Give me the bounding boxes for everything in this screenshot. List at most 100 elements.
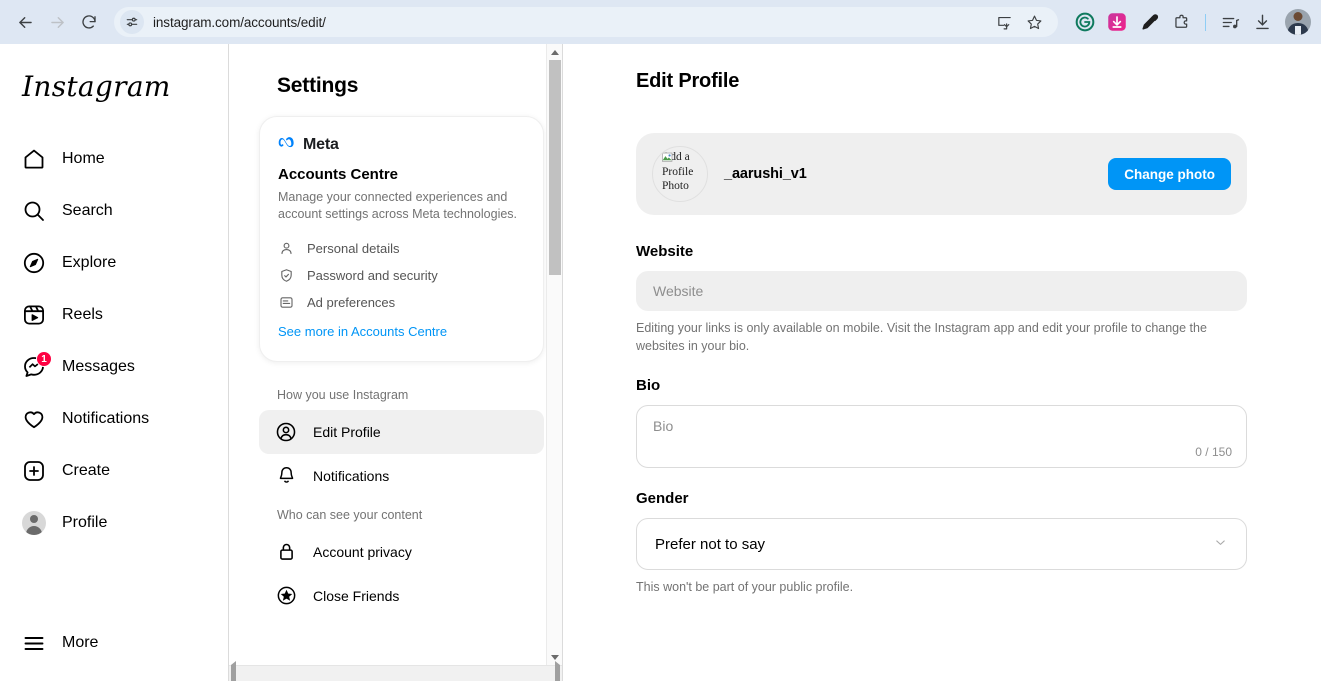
meta-infinity-icon (278, 135, 298, 154)
website-helper-text: Editing your links is only available on … (636, 321, 1207, 353)
scroll-left-arrow-icon[interactable] (231, 660, 236, 681)
downloads-icon[interactable] (1249, 9, 1275, 35)
bell-icon (275, 465, 297, 487)
chrome-profile-avatar[interactable] (1285, 9, 1311, 35)
install-app-icon[interactable] (990, 8, 1018, 36)
person-icon (278, 240, 295, 257)
link-label: Ad preferences (307, 294, 396, 310)
settings-item-label: Account privacy (313, 543, 412, 560)
settings-vertical-scrollbar[interactable] (546, 44, 562, 665)
accounts-centre-card[interactable]: Meta Accounts Centre Manage your connect… (259, 116, 544, 362)
bio-textarea[interactable]: Bio 0 / 150 (636, 405, 1247, 468)
color-picker-extension-icon[interactable] (1136, 9, 1162, 35)
sidebar-item-search[interactable]: Search (12, 185, 216, 237)
star-circle-icon (275, 585, 297, 607)
messenger-icon: 1 (22, 351, 52, 379)
extensions-puzzle-icon[interactable] (1168, 9, 1194, 35)
profile-avatar-broken-image[interactable]: Add a Profile Photo (652, 146, 708, 202)
accounts-centre-link-password-security[interactable]: Password and security (278, 262, 525, 289)
website-input[interactable] (636, 271, 1247, 311)
accounts-centre-link-ad-preferences[interactable]: Ad preferences (278, 289, 525, 316)
sidebar-item-more[interactable]: More (12, 617, 216, 669)
scrollbar-thumb[interactable] (549, 60, 561, 275)
ad-preferences-icon (278, 294, 295, 311)
website-label: Website (636, 243, 694, 260)
edit-profile-pane: Edit Profile Add a Profile Photo _aarush… (563, 44, 1321, 681)
settings-horizontal-scrollbar[interactable] (229, 660, 562, 681)
home-icon (22, 147, 46, 171)
gender-section: Gender Prefer not to say This won't be p… (636, 490, 1247, 597)
hamburger-menu-icon (22, 631, 46, 655)
sidebar-label: Reels (62, 306, 103, 323)
grammarly-extension-icon[interactable] (1072, 9, 1098, 35)
gender-helper-text: This won't be part of your public profil… (636, 580, 854, 594)
instagram-logo[interactable]: Instagram (12, 52, 216, 133)
meta-brand: Meta (278, 135, 525, 154)
avatar-icon (22, 511, 46, 535)
sidebar-label: Create (62, 462, 111, 479)
broken-image-icon (662, 152, 673, 162)
lock-icon (275, 541, 297, 563)
settings-group-label-how-you-use: How you use Instagram (277, 387, 409, 402)
reading-list-icon[interactable] (1217, 9, 1243, 35)
video-downloader-extension-icon[interactable] (1104, 9, 1130, 35)
sidebar-item-messages[interactable]: 1 Messages (12, 341, 216, 393)
sidebar-label: Notifications (62, 410, 150, 427)
link-label: Personal details (307, 240, 400, 256)
gender-select[interactable]: Prefer not to say (636, 518, 1247, 570)
settings-scroll-area: Settings Meta Accounts Centre Manage you… (229, 44, 562, 665)
address-bar[interactable]: instagram.com/accounts/edit/ (114, 7, 1058, 37)
bio-section: Bio Bio 0 / 150 (636, 377, 1247, 468)
sidebar-label: Messages (62, 358, 135, 375)
sidebar-item-reels[interactable]: Reels (12, 289, 216, 341)
see-more-accounts-centre-link[interactable]: See more in Accounts Centre (278, 324, 447, 339)
settings-item-close-friends[interactable]: Close Friends (259, 574, 544, 618)
sidebar-label: Explore (62, 254, 117, 271)
link-label: Password and security (307, 267, 438, 283)
meta-brand-name: Meta (303, 135, 339, 153)
settings-title: Settings (277, 74, 359, 97)
settings-item-notifications[interactable]: Notifications (259, 454, 544, 498)
scroll-right-arrow-icon[interactable] (555, 660, 560, 681)
search-icon (22, 199, 46, 223)
gender-label: Gender (636, 490, 689, 507)
accounts-centre-description: Manage your connected experiences and ac… (278, 190, 518, 221)
reload-button[interactable] (74, 7, 104, 37)
sidebar-item-home[interactable]: Home (12, 133, 216, 185)
settings-item-edit-profile[interactable]: Edit Profile (259, 409, 544, 454)
sidebar-label: Search (62, 202, 113, 219)
page-title: Edit Profile (636, 70, 740, 92)
url-text: instagram.com/accounts/edit/ (153, 14, 326, 30)
back-button[interactable] (10, 7, 40, 37)
profile-circle-icon (275, 421, 297, 443)
sidebar-item-profile[interactable]: Profile (12, 497, 216, 549)
bio-character-counter: 0 / 150 (1195, 445, 1232, 459)
forward-button[interactable] (42, 7, 72, 37)
sidebar-item-notifications[interactable]: Notifications (12, 393, 216, 445)
profile-username: _aarushi_v1 (724, 166, 807, 182)
sidebar-item-create[interactable]: Create (12, 445, 216, 497)
extensions-area (1064, 9, 1311, 35)
website-section: Website Editing your links is only avail… (636, 243, 1247, 355)
heart-icon (22, 407, 46, 431)
toolbar-divider (1205, 13, 1206, 31)
accounts-centre-link-personal-details[interactable]: Personal details (278, 235, 525, 262)
settings-item-label: Notifications (313, 467, 390, 484)
reels-icon (22, 303, 46, 327)
sidebar-label: Home (62, 150, 105, 167)
page-body: Instagram Home Search Explore Reels 1 Me… (0, 44, 1321, 681)
compass-icon (22, 251, 46, 275)
sidebar-item-explore[interactable]: Explore (12, 237, 216, 289)
tune-icon[interactable] (120, 10, 144, 34)
bookmark-star-icon[interactable] (1020, 8, 1048, 36)
gender-selected-value: Prefer not to say (655, 535, 766, 553)
settings-item-label: Close Friends (313, 587, 400, 604)
settings-group-label-who-can-see: Who can see your content (277, 507, 423, 522)
scroll-up-arrow-icon[interactable] (547, 44, 562, 60)
chevron-down-icon (1213, 535, 1228, 554)
change-photo-button[interactable]: Change photo (1108, 158, 1231, 190)
plus-square-icon (22, 459, 46, 483)
accounts-centre-heading: Accounts Centre (278, 166, 399, 183)
settings-item-account-privacy[interactable]: Account privacy (259, 530, 544, 574)
